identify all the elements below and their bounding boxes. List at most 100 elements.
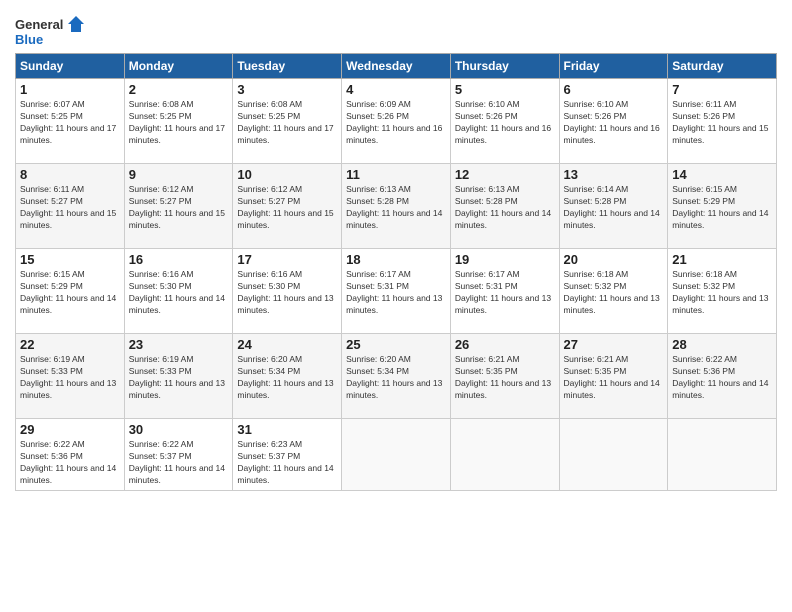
day-info: Sunrise: 6:22 AM Sunset: 5:36 PM Dayligh…	[672, 354, 772, 402]
day-info: Sunrise: 6:19 AM Sunset: 5:33 PM Dayligh…	[129, 354, 229, 402]
day-info: Sunrise: 6:09 AM Sunset: 5:26 PM Dayligh…	[346, 99, 446, 147]
calendar-cell: 9 Sunrise: 6:12 AM Sunset: 5:27 PM Dayli…	[124, 164, 233, 249]
day-number: 15	[20, 252, 120, 267]
day-info: Sunrise: 6:21 AM Sunset: 5:35 PM Dayligh…	[564, 354, 664, 402]
day-number: 13	[564, 167, 664, 182]
day-number: 9	[129, 167, 229, 182]
day-number: 16	[129, 252, 229, 267]
weekday-header-friday: Friday	[559, 54, 668, 79]
day-info: Sunrise: 6:18 AM Sunset: 5:32 PM Dayligh…	[672, 269, 772, 317]
calendar-cell: 23 Sunrise: 6:19 AM Sunset: 5:33 PM Dayl…	[124, 334, 233, 419]
day-info: Sunrise: 6:20 AM Sunset: 5:34 PM Dayligh…	[346, 354, 446, 402]
day-number: 2	[129, 82, 229, 97]
calendar-cell: 8 Sunrise: 6:11 AM Sunset: 5:27 PM Dayli…	[16, 164, 125, 249]
day-info: Sunrise: 6:20 AM Sunset: 5:34 PM Dayligh…	[237, 354, 337, 402]
day-number: 27	[564, 337, 664, 352]
day-number: 8	[20, 167, 120, 182]
calendar-cell: 11 Sunrise: 6:13 AM Sunset: 5:28 PM Dayl…	[342, 164, 451, 249]
day-number: 12	[455, 167, 555, 182]
calendar-cell	[668, 419, 777, 491]
calendar-cell: 26 Sunrise: 6:21 AM Sunset: 5:35 PM Dayl…	[450, 334, 559, 419]
logo-general-text: General	[15, 17, 63, 32]
calendar-cell: 25 Sunrise: 6:20 AM Sunset: 5:34 PM Dayl…	[342, 334, 451, 419]
day-info: Sunrise: 6:16 AM Sunset: 5:30 PM Dayligh…	[129, 269, 229, 317]
calendar-cell: 15 Sunrise: 6:15 AM Sunset: 5:29 PM Dayl…	[16, 249, 125, 334]
day-info: Sunrise: 6:08 AM Sunset: 5:25 PM Dayligh…	[129, 99, 229, 147]
calendar-cell: 19 Sunrise: 6:17 AM Sunset: 5:31 PM Dayl…	[450, 249, 559, 334]
day-number: 18	[346, 252, 446, 267]
calendar-cell: 13 Sunrise: 6:14 AM Sunset: 5:28 PM Dayl…	[559, 164, 668, 249]
day-info: Sunrise: 6:17 AM Sunset: 5:31 PM Dayligh…	[346, 269, 446, 317]
day-number: 1	[20, 82, 120, 97]
day-info: Sunrise: 6:21 AM Sunset: 5:35 PM Dayligh…	[455, 354, 555, 402]
day-info: Sunrise: 6:12 AM Sunset: 5:27 PM Dayligh…	[129, 184, 229, 232]
weekday-header-sunday: Sunday	[16, 54, 125, 79]
day-number: 11	[346, 167, 446, 182]
day-info: Sunrise: 6:12 AM Sunset: 5:27 PM Dayligh…	[237, 184, 337, 232]
day-info: Sunrise: 6:22 AM Sunset: 5:36 PM Dayligh…	[20, 439, 120, 487]
day-number: 5	[455, 82, 555, 97]
calendar-cell: 21 Sunrise: 6:18 AM Sunset: 5:32 PM Dayl…	[668, 249, 777, 334]
calendar-cell	[559, 419, 668, 491]
day-number: 23	[129, 337, 229, 352]
logo-blue-text: Blue	[15, 32, 43, 47]
day-info: Sunrise: 6:13 AM Sunset: 5:28 PM Dayligh…	[455, 184, 555, 232]
day-number: 28	[672, 337, 772, 352]
weekday-header-monday: Monday	[124, 54, 233, 79]
day-number: 6	[564, 82, 664, 97]
calendar-cell: 30 Sunrise: 6:22 AM Sunset: 5:37 PM Dayl…	[124, 419, 233, 491]
day-info: Sunrise: 6:08 AM Sunset: 5:25 PM Dayligh…	[237, 99, 337, 147]
day-info: Sunrise: 6:16 AM Sunset: 5:30 PM Dayligh…	[237, 269, 337, 317]
calendar-week-row: 15 Sunrise: 6:15 AM Sunset: 5:29 PM Dayl…	[16, 249, 777, 334]
calendar-cell: 31 Sunrise: 6:23 AM Sunset: 5:37 PM Dayl…	[233, 419, 342, 491]
calendar-cell: 20 Sunrise: 6:18 AM Sunset: 5:32 PM Dayl…	[559, 249, 668, 334]
calendar-cell	[342, 419, 451, 491]
day-info: Sunrise: 6:17 AM Sunset: 5:31 PM Dayligh…	[455, 269, 555, 317]
weekday-header-row: SundayMondayTuesdayWednesdayThursdayFrid…	[16, 54, 777, 79]
day-number: 29	[20, 422, 120, 437]
calendar-table: SundayMondayTuesdayWednesdayThursdayFrid…	[15, 53, 777, 491]
day-info: Sunrise: 6:14 AM Sunset: 5:28 PM Dayligh…	[564, 184, 664, 232]
calendar-week-row: 8 Sunrise: 6:11 AM Sunset: 5:27 PM Dayli…	[16, 164, 777, 249]
day-info: Sunrise: 6:15 AM Sunset: 5:29 PM Dayligh…	[20, 269, 120, 317]
day-number: 17	[237, 252, 337, 267]
day-info: Sunrise: 6:11 AM Sunset: 5:27 PM Dayligh…	[20, 184, 120, 232]
calendar-cell: 14 Sunrise: 6:15 AM Sunset: 5:29 PM Dayl…	[668, 164, 777, 249]
calendar-cell: 1 Sunrise: 6:07 AM Sunset: 5:25 PM Dayli…	[16, 79, 125, 164]
day-number: 30	[129, 422, 229, 437]
calendar-cell: 24 Sunrise: 6:20 AM Sunset: 5:34 PM Dayl…	[233, 334, 342, 419]
day-number: 14	[672, 167, 772, 182]
calendar-cell: 2 Sunrise: 6:08 AM Sunset: 5:25 PM Dayli…	[124, 79, 233, 164]
logo: General Blue	[15, 14, 86, 47]
day-info: Sunrise: 6:15 AM Sunset: 5:29 PM Dayligh…	[672, 184, 772, 232]
day-number: 21	[672, 252, 772, 267]
calendar-week-row: 1 Sunrise: 6:07 AM Sunset: 5:25 PM Dayli…	[16, 79, 777, 164]
calendar-cell: 16 Sunrise: 6:16 AM Sunset: 5:30 PM Dayl…	[124, 249, 233, 334]
calendar-cell: 3 Sunrise: 6:08 AM Sunset: 5:25 PM Dayli…	[233, 79, 342, 164]
header: General Blue	[15, 10, 777, 47]
calendar-cell: 6 Sunrise: 6:10 AM Sunset: 5:26 PM Dayli…	[559, 79, 668, 164]
day-number: 24	[237, 337, 337, 352]
day-info: Sunrise: 6:11 AM Sunset: 5:26 PM Dayligh…	[672, 99, 772, 147]
calendar-cell: 22 Sunrise: 6:19 AM Sunset: 5:33 PM Dayl…	[16, 334, 125, 419]
weekday-header-wednesday: Wednesday	[342, 54, 451, 79]
calendar-week-row: 29 Sunrise: 6:22 AM Sunset: 5:36 PM Dayl…	[16, 419, 777, 491]
calendar-cell: 4 Sunrise: 6:09 AM Sunset: 5:26 PM Dayli…	[342, 79, 451, 164]
calendar-week-row: 22 Sunrise: 6:19 AM Sunset: 5:33 PM Dayl…	[16, 334, 777, 419]
day-number: 25	[346, 337, 446, 352]
calendar-cell: 17 Sunrise: 6:16 AM Sunset: 5:30 PM Dayl…	[233, 249, 342, 334]
weekday-header-tuesday: Tuesday	[233, 54, 342, 79]
day-number: 4	[346, 82, 446, 97]
weekday-header-saturday: Saturday	[668, 54, 777, 79]
day-info: Sunrise: 6:18 AM Sunset: 5:32 PM Dayligh…	[564, 269, 664, 317]
day-number: 26	[455, 337, 555, 352]
calendar-cell: 10 Sunrise: 6:12 AM Sunset: 5:27 PM Dayl…	[233, 164, 342, 249]
calendar-cell: 29 Sunrise: 6:22 AM Sunset: 5:36 PM Dayl…	[16, 419, 125, 491]
calendar-cell: 27 Sunrise: 6:21 AM Sunset: 5:35 PM Dayl…	[559, 334, 668, 419]
calendar-cell: 7 Sunrise: 6:11 AM Sunset: 5:26 PM Dayli…	[668, 79, 777, 164]
calendar-cell: 28 Sunrise: 6:22 AM Sunset: 5:36 PM Dayl…	[668, 334, 777, 419]
calendar-cell: 12 Sunrise: 6:13 AM Sunset: 5:28 PM Dayl…	[450, 164, 559, 249]
day-number: 7	[672, 82, 772, 97]
day-number: 31	[237, 422, 337, 437]
logo-bird-icon	[66, 14, 86, 34]
